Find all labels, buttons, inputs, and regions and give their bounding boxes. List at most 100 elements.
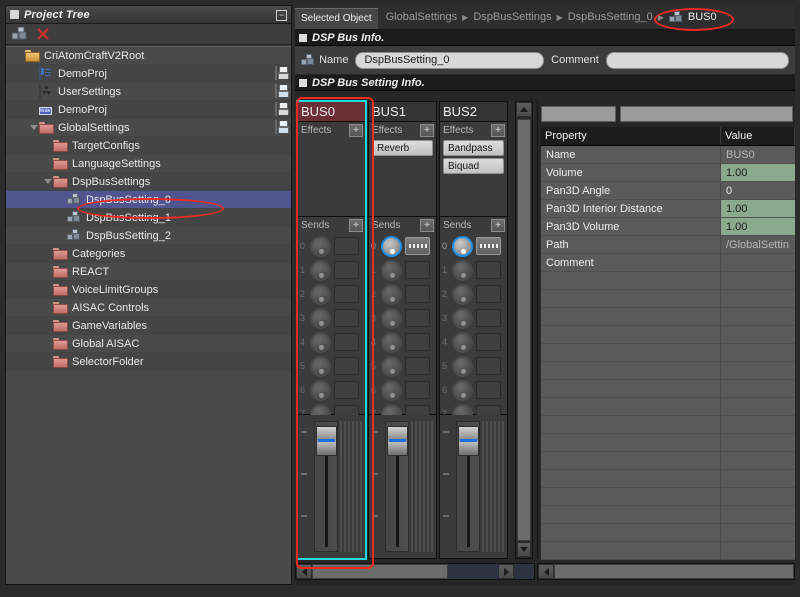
save-state-icon[interactable]	[275, 66, 288, 80]
twisty-right-icon[interactable]	[42, 137, 53, 155]
send-row[interactable]: 2	[369, 282, 436, 306]
send-level-knob[interactable]	[310, 283, 331, 305]
property-row[interactable]	[541, 272, 795, 290]
property-row[interactable]	[541, 380, 795, 398]
property-value[interactable]: 1.00	[721, 164, 795, 181]
property-value[interactable]: 0	[721, 182, 795, 199]
send-row[interactable]: 1	[440, 258, 507, 282]
tree-item-categories[interactable]: Categories	[6, 245, 291, 263]
send-target-box[interactable]	[405, 381, 430, 399]
property-row[interactable]: Pan3D Angle 0	[541, 182, 795, 200]
property-value[interactable]	[721, 326, 795, 343]
send-level-knob[interactable]	[452, 259, 473, 281]
property-value[interactable]	[721, 344, 795, 361]
effect-item[interactable]: Bandpass	[443, 140, 504, 156]
send-row[interactable]: 6	[298, 378, 365, 402]
volume-fader[interactable]	[314, 421, 338, 552]
send-level-knob[interactable]	[310, 379, 331, 401]
send-row[interactable]: 2	[298, 282, 365, 306]
comment-input[interactable]	[605, 51, 789, 69]
effect-item[interactable]: Reverb	[372, 140, 433, 156]
volume-fader[interactable]	[456, 421, 480, 552]
prop-scroll-left-button[interactable]	[538, 564, 554, 579]
property-value[interactable]: BUS0	[721, 146, 795, 163]
add-send-button[interactable]: +	[491, 219, 505, 232]
send-row[interactable]: 4	[298, 330, 365, 354]
twisty-right-icon[interactable]	[42, 263, 53, 281]
scroll-down-button[interactable]	[517, 542, 531, 557]
property-row[interactable]: Name BUS0	[541, 146, 795, 164]
send-row[interactable]: 3	[369, 306, 436, 330]
collapse-panel-button[interactable]: −	[276, 10, 287, 21]
send-level-knob[interactable]	[452, 283, 473, 305]
send-level-knob[interactable]	[452, 331, 473, 353]
property-value[interactable]	[721, 470, 795, 487]
breadcrumb-item-1[interactable]: DspBusSettings	[473, 11, 551, 23]
add-effect-button[interactable]: +	[349, 124, 363, 137]
property-horizontal-scrollbar[interactable]	[537, 563, 795, 580]
twisty-right-icon[interactable]	[42, 281, 53, 299]
send-level-knob[interactable]	[381, 355, 402, 377]
send-level-knob[interactable]	[452, 379, 473, 401]
mixer-vertical-scrollbar[interactable]	[515, 101, 533, 559]
send-target-box[interactable]	[405, 237, 430, 255]
add-effect-button[interactable]: +	[420, 124, 434, 137]
property-row[interactable]	[541, 542, 795, 560]
send-target-box[interactable]	[334, 285, 359, 303]
send-target-box[interactable]	[334, 333, 359, 351]
send-level-knob[interactable]	[310, 259, 331, 281]
property-row[interactable]: Path/GlobalSettin	[541, 236, 795, 254]
breadcrumb-item-0[interactable]: GlobalSettings	[386, 11, 458, 23]
send-row[interactable]: 4	[440, 330, 507, 354]
tree-item-selectorfolder[interactable]: SelectorFolder	[6, 353, 291, 371]
fader-handle[interactable]	[316, 426, 337, 456]
bus-strip-bus1[interactable]: BUS1 Effects + Reverb Sends +0 1 2 3 4 5 6 7	[368, 101, 437, 559]
name-input[interactable]: DspBusSetting_0	[355, 51, 545, 69]
send-row[interactable]: 0	[369, 234, 436, 258]
send-target-box[interactable]	[405, 261, 430, 279]
property-value[interactable]	[721, 434, 795, 451]
send-level-knob[interactable]	[310, 331, 331, 353]
add-send-button[interactable]: +	[420, 219, 434, 232]
property-row[interactable]	[541, 488, 795, 506]
effect-item[interactable]: Biquad	[443, 158, 504, 174]
twisty-right-icon[interactable]	[42, 245, 53, 263]
property-value[interactable]	[721, 362, 795, 379]
column-header-property[interactable]: Property	[541, 127, 721, 145]
send-level-knob[interactable]	[381, 307, 402, 329]
volume-fader[interactable]	[385, 421, 409, 552]
tree-item-targetconfigs[interactable]: TargetConfigs	[6, 137, 291, 155]
tree-item-languagesettings[interactable]: LanguageSettings	[6, 155, 291, 173]
send-row[interactable]: 5	[298, 354, 365, 378]
property-row[interactable]: Pan3D Interior Distance 1.00	[541, 200, 795, 218]
tree-item-globalsettings[interactable]: GlobalSettings	[6, 119, 291, 137]
property-row[interactable]	[541, 398, 795, 416]
send-target-box[interactable]	[476, 357, 501, 375]
twisty-down-icon[interactable]	[42, 173, 53, 191]
property-value[interactable]	[721, 254, 795, 271]
property-value[interactable]	[721, 380, 795, 397]
property-value[interactable]	[721, 506, 795, 523]
breadcrumb-current-bus[interactable]: BUS0	[668, 11, 717, 23]
property-value[interactable]	[721, 398, 795, 415]
property-row[interactable]: Pan3D Volume 1.00	[541, 218, 795, 236]
send-row[interactable]: 1	[298, 258, 365, 282]
twisty-right-icon[interactable]	[42, 299, 53, 317]
send-row[interactable]: 6	[440, 378, 507, 402]
property-value[interactable]	[721, 416, 795, 433]
send-level-knob[interactable]	[310, 235, 331, 257]
fader-handle[interactable]	[458, 426, 479, 456]
property-row[interactable]	[541, 326, 795, 344]
bus-strip-header[interactable]: BUS0	[298, 102, 365, 122]
property-value[interactable]	[721, 272, 795, 289]
prop-hscroll-thumb[interactable]	[554, 564, 794, 579]
tree-item-react[interactable]: REACT	[6, 263, 291, 281]
tree-item-demoproj[interactable]: wav DemoProj	[6, 101, 291, 119]
tree-item-dspbussettings[interactable]: DspBusSettings	[6, 173, 291, 191]
send-row[interactable]: 5	[369, 354, 436, 378]
send-target-box[interactable]	[405, 309, 430, 327]
scroll-up-button[interactable]	[516, 102, 532, 117]
tree-item-usersettings[interactable]: UserSettings	[6, 83, 291, 101]
send-target-box[interactable]	[476, 381, 501, 399]
send-level-knob[interactable]	[381, 259, 402, 281]
